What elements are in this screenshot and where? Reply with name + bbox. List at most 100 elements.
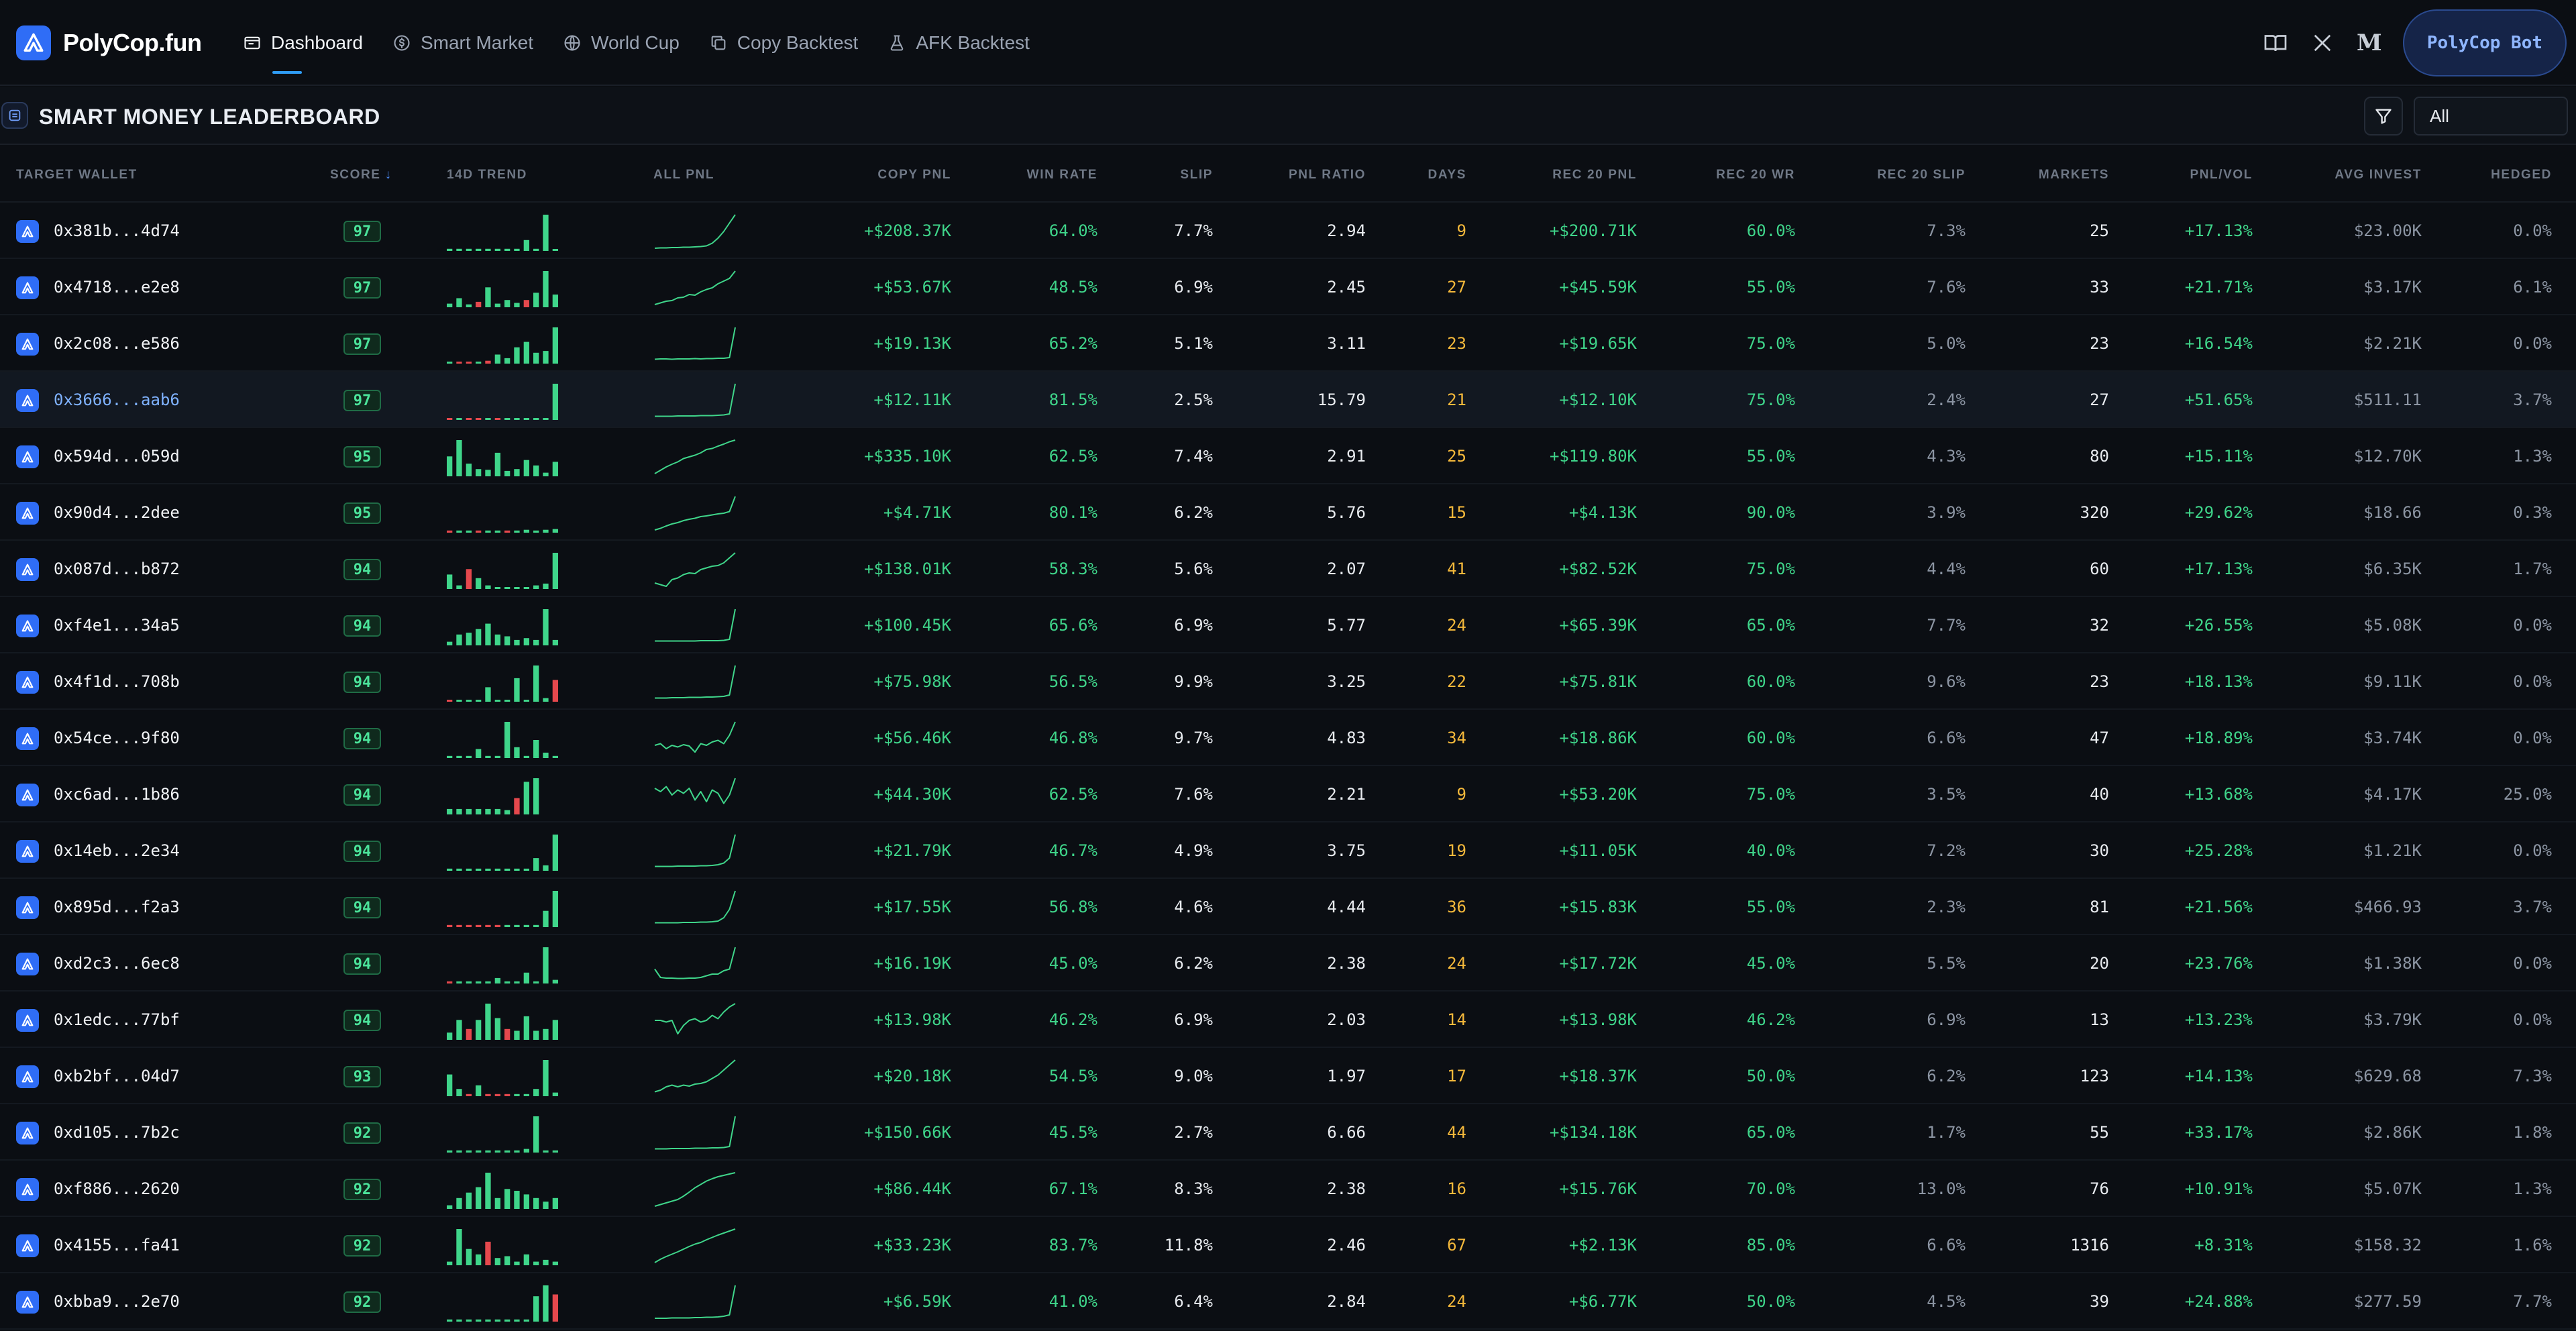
trend-bar <box>533 585 539 589</box>
wallet-address[interactable]: 0xbba9...2e70 <box>54 1273 180 1330</box>
column-header-avg[interactable]: AVG INVEST <box>2334 168 2422 182</box>
column-header-days[interactable]: DAYS <box>1428 168 1466 182</box>
table-row[interactable]: 0x895d...f2a3 94 +$17.55K 56.8% 4.6% 4.44 36 +$… <box>0 879 2576 935</box>
wallet-address[interactable]: 0xb2bf...04d7 <box>54 1048 180 1104</box>
table-row[interactable]: 0x14eb...2e34 94 +$21.79K 46.7% 4.9% 3.75 19 +$… <box>0 822 2576 879</box>
table-row[interactable]: 0xf4e1...34a5 94 +$100.45K 65.6% 6.9% 5.77 24 +… <box>0 597 2576 653</box>
wallet-address[interactable]: 0xd2c3...6ec8 <box>54 935 180 992</box>
table-row[interactable]: 0xd2c3...6ec8 94 +$16.19K 45.0% 6.2% 2.38 24 +$… <box>0 935 2576 992</box>
column-header-allpnl[interactable]: ALL PNL <box>653 168 714 182</box>
table-row[interactable]: 0x4155...fa41 92 +$33.23K 83.7% 11.8% 2.46 67 +… <box>0 1217 2576 1273</box>
wallet-address[interactable]: 0xf886...2620 <box>54 1161 180 1217</box>
brand[interactable]: PolyCop.fun <box>16 25 202 61</box>
tab-afk-backtest[interactable]: AFK Backtest <box>873 0 1044 86</box>
cell-r20pnl: +$18.37K <box>1559 1067 1637 1085</box>
table-row[interactable]: 0x087d...b872 94 +$138.01K 58.3% 5.6% 2.07 41 +… <box>0 541 2576 597</box>
table-row[interactable]: 0x3666...aab6 97 +$12.11K 81.5% 2.5% 15.79 21 +… <box>0 372 2576 428</box>
column-header-score[interactable]: SCORE ↓ <box>330 168 392 182</box>
table-row[interactable]: 0x2c08...e586 97 +$19.13K 65.2% 5.1% 3.11 23 +$… <box>0 315 2576 372</box>
table-row[interactable]: 0x54ce...9f80 94 +$56.46K 46.8% 9.7% 4.83 34 +$… <box>0 710 2576 766</box>
wallet-address[interactable]: 0xf4e1...34a5 <box>54 597 180 653</box>
table-row[interactable]: 0x4718...e2e8 97 +$53.67K 48.5% 6.9% 2.45 27 +$… <box>0 259 2576 315</box>
tab-world-cup[interactable]: World Cup <box>548 0 694 86</box>
cell-markets: 32 <box>2090 616 2109 635</box>
column-header-wr[interactable]: WIN RATE <box>1027 168 1097 182</box>
wallet-address[interactable]: 0x90d4...2dee <box>54 484 180 541</box>
column-header-pv[interactable]: PNL/VOL <box>2190 168 2253 182</box>
wallet-address[interactable]: 0x594d...059d <box>54 428 180 484</box>
trend-bar <box>514 530 520 533</box>
column-header-r20slip[interactable]: REC 20 SLIP <box>1877 168 1966 182</box>
trend-bar <box>485 1173 491 1209</box>
tab-copy-backtest[interactable]: Copy Backtest <box>694 0 873 86</box>
column-header-ratio[interactable]: PNL RATIO <box>1289 168 1366 182</box>
filter-select[interactable]: All <box>2414 97 2568 136</box>
cell-copy: +$21.79K <box>873 841 951 860</box>
cell-avg: $12.70K <box>2353 447 2422 466</box>
pnl-sparkline <box>655 1285 736 1319</box>
table-row[interactable]: 0xf886...2620 92 +$86.44K 67.1% 8.3% 2.38 16 +$… <box>0 1161 2576 1217</box>
trend-bar <box>466 700 472 702</box>
column-header-copy[interactable]: COPY PNL <box>877 168 951 182</box>
cell-r20pnl: +$134.18K <box>1549 1123 1637 1142</box>
column-header-trend[interactable]: 14D TREND <box>447 168 527 182</box>
table-row[interactable]: 0xd105...7b2c 92 +$150.66K 45.5% 2.7% 6.66 44 +… <box>0 1104 2576 1161</box>
table-row[interactable]: 0xb2bf...04d7 93 +$20.18K 54.5% 9.0% 1.97 17 +$… <box>0 1048 2576 1104</box>
wallet-address[interactable]: 0x4f1d...708b <box>54 653 180 710</box>
medium-icon[interactable]: M <box>2356 30 2383 56</box>
wallet-address[interactable]: 0x14eb...2e34 <box>54 822 180 879</box>
column-header-r20pnl[interactable]: REC 20 PNL <box>1552 168 1637 182</box>
trend-bar-chart <box>447 666 558 702</box>
column-header-slip[interactable]: SLIP <box>1180 168 1213 182</box>
x-twitter-icon[interactable] <box>2309 30 2336 56</box>
column-header-wallet[interactable]: TARGET WALLET <box>16 168 138 182</box>
column-header-markets[interactable]: MARKETS <box>2039 168 2109 182</box>
trend-bar <box>504 981 511 983</box>
polycop-bot-button[interactable]: PolyCop Bot <box>2402 9 2567 76</box>
wallet-avatar-icon <box>16 840 39 863</box>
table-row[interactable]: 0x594d...059d 95 +$335.10K 62.5% 7.4% 2.91 25 +… <box>0 428 2576 484</box>
pnl-sparkline <box>654 214 736 249</box>
table-row[interactable]: 0xc6ad...1b86 94 +$44.30K 62.5% 7.6% 2.21 9 +$5… <box>0 766 2576 822</box>
trend-bar <box>456 755 462 758</box>
cell-copy: +$86.44K <box>873 1179 951 1198</box>
cell-copy: +$75.98K <box>873 672 951 691</box>
tab-dashboard[interactable]: Dashboard <box>228 0 378 86</box>
wallet-address[interactable]: 0x4718...e2e8 <box>54 259 180 315</box>
wallet-address[interactable]: 0xd105...7b2c <box>54 1104 180 1161</box>
cell-days: 9 <box>1456 785 1466 804</box>
trend-bar <box>456 981 462 983</box>
column-header-hedged[interactable]: HEDGED <box>2491 168 2552 182</box>
wallet-address[interactable]: 0x3666...aab6 <box>54 372 180 428</box>
trend-bar <box>456 868 462 871</box>
column-header-r20wr[interactable]: REC 20 WR <box>1716 168 1795 182</box>
wallet-avatar-icon <box>16 953 39 975</box>
wallet-address[interactable]: 0x1edc...77bf <box>54 992 180 1048</box>
wallet-address[interactable]: 0x087d...b872 <box>54 541 180 597</box>
cell-r20pnl: +$17.72K <box>1559 954 1637 973</box>
cell-days: 34 <box>1447 729 1466 747</box>
trend-bar <box>504 300 511 307</box>
table-row[interactable]: 0x4f1d...708b 94 +$75.98K 56.5% 9.9% 3.25 22 +$… <box>0 653 2576 710</box>
wallet-address[interactable]: 0x2c08...e586 <box>54 315 180 372</box>
wallet-address[interactable]: 0x895d...f2a3 <box>54 879 180 935</box>
filter-button[interactable] <box>2364 97 2403 136</box>
docs-book-icon[interactable] <box>2262 30 2289 56</box>
cell-days: 67 <box>1447 1236 1466 1255</box>
trend-bar <box>523 529 529 533</box>
cell-slip: 2.7% <box>1174 1123 1213 1142</box>
wallet-address[interactable]: 0x4155...fa41 <box>54 1217 180 1273</box>
cell-markets: 76 <box>2090 1179 2109 1198</box>
trend-bar <box>476 1020 482 1040</box>
wallet-address[interactable]: 0xc6ad...1b86 <box>54 766 180 822</box>
table-row[interactable]: 0xbba9...2e70 92 +$6.59K 41.0% 6.4% 2.84 24 +$6… <box>0 1273 2576 1330</box>
table-row[interactable]: 0x381b...4d74 97 +$208.37K 64.0% 7.7% 2.94 9 +$… <box>0 203 2576 259</box>
wallet-address[interactable]: 0x54ce...9f80 <box>54 710 180 766</box>
cell-copy: +$13.98K <box>873 1010 951 1029</box>
tab-smart-market[interactable]: Smart Market <box>378 0 548 86</box>
wallet-address[interactable]: 0x381b...4d74 <box>54 203 180 259</box>
trend-bar <box>447 924 453 927</box>
table-row[interactable]: 0x90d4...2dee 95 +$4.71K 80.1% 6.2% 5.76 15 +$4… <box>0 484 2576 541</box>
cell-hedged: 1.6% <box>2513 1236 2552 1255</box>
table-row[interactable]: 0x1edc...77bf 94 +$13.98K 46.2% 6.9% 2.03 14 +$… <box>0 992 2576 1048</box>
